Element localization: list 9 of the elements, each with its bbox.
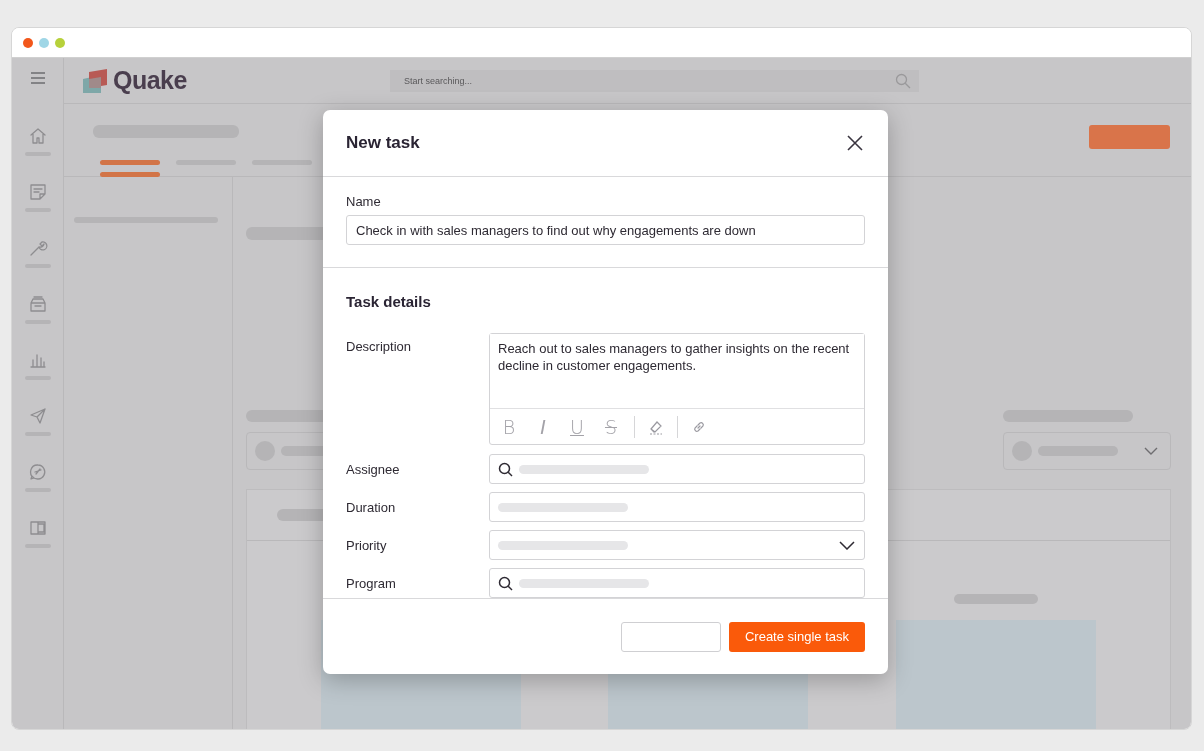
field-label: Description xyxy=(346,338,413,354)
field-label: Program xyxy=(346,575,397,591)
dialog-title: New task xyxy=(346,133,420,153)
section-title: Task details xyxy=(346,293,432,310)
field-label: Assignee xyxy=(346,461,401,477)
field-label: Duration xyxy=(346,499,397,515)
field-label: Name xyxy=(346,194,382,209)
logo-text: Quake xyxy=(113,66,187,95)
field-label: Priority xyxy=(346,537,388,553)
